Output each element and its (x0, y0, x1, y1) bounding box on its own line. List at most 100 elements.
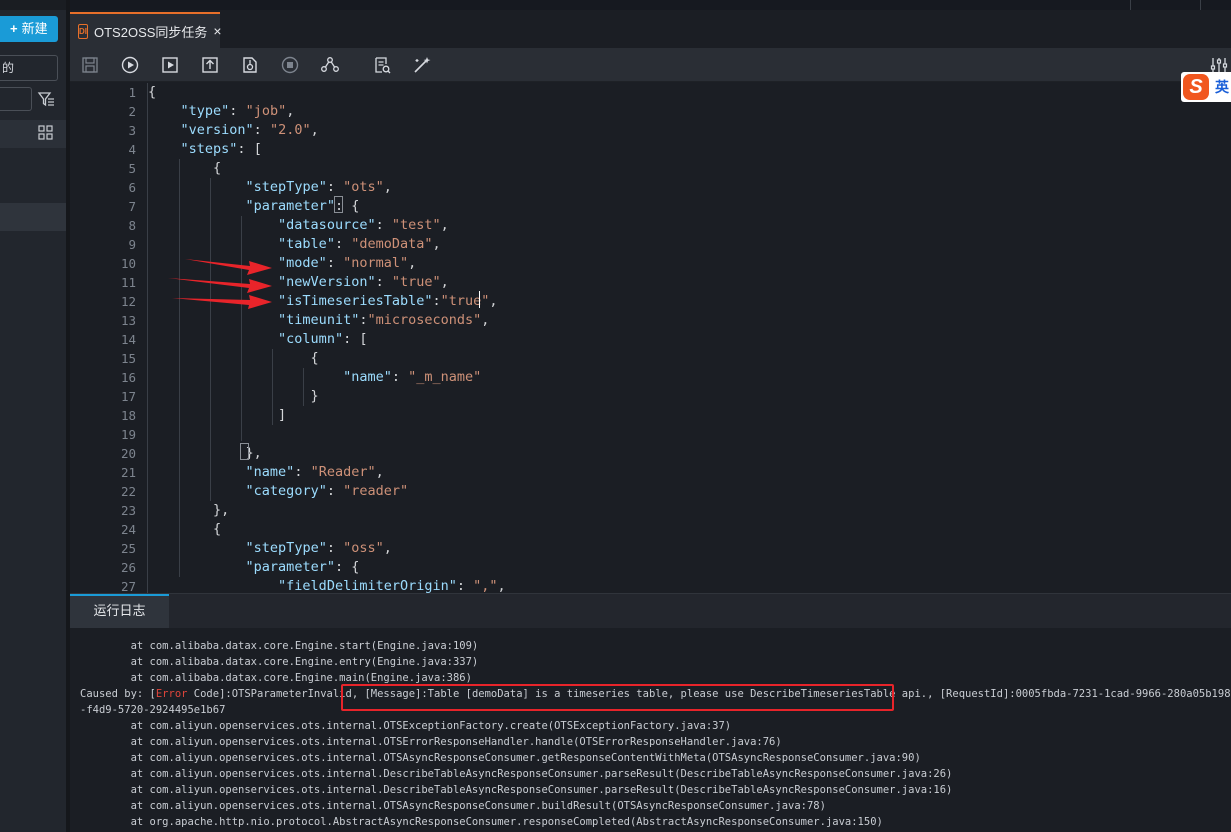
line-number: 5 (128, 161, 136, 176)
run-log-output[interactable]: at com.alibaba.datax.core.Engine.start(E… (70, 628, 1231, 832)
magic-wand-icon[interactable] (412, 55, 432, 75)
new-button[interactable]: + 新建 (0, 16, 58, 42)
code-line: "timeunit":"microseconds", (148, 311, 489, 330)
code-token-sep: : (294, 464, 311, 480)
line-number: 12 (120, 294, 136, 309)
log-panel-tabs: 运行日志 (70, 593, 1231, 629)
code-line: "stepType": "oss", (148, 539, 392, 558)
editor-toolbar (70, 48, 1231, 82)
code-token-sep: : (326, 255, 344, 271)
line-number: 2 (128, 104, 136, 119)
line-number: 9 (128, 237, 136, 252)
search-input[interactable] (0, 87, 32, 111)
code-line: "name": "_m_name" (148, 368, 481, 387)
code-token-sep: : (343, 331, 360, 347)
code-token-val: "normal" (343, 255, 409, 271)
tab-title: OTS2OSS同步任务 (94, 24, 208, 40)
code-token-indent: ] (148, 407, 287, 423)
line-number: 17 (120, 389, 136, 404)
code-token-indent (148, 255, 278, 271)
code-token-indent (148, 312, 278, 328)
code-token-tail: , (383, 179, 392, 195)
line-number: 26 (120, 560, 136, 575)
code-token-indent: { (148, 160, 222, 176)
code-token-key: "category" (245, 483, 327, 499)
line-number: 27 (120, 579, 136, 593)
code-token-sep: : (229, 103, 246, 119)
code-token-key: "type" (180, 103, 230, 119)
code-token-sep: : (237, 141, 254, 157)
code-line: "fieldDelimiterOrigin": ",", (148, 577, 506, 593)
line-number: 19 (120, 427, 136, 442)
run-with-params-icon[interactable] (160, 55, 180, 75)
code-token-key: "name" (245, 464, 295, 480)
run-icon[interactable] (120, 55, 140, 75)
code-token-key: "datasource" (278, 217, 376, 233)
line-number: 7 (128, 199, 136, 214)
submit-icon[interactable] (200, 55, 220, 75)
line-number: 11 (120, 275, 136, 290)
grid-icon[interactable] (38, 125, 53, 140)
code-line: "datasource": "test", (148, 216, 449, 235)
code-token-indent (148, 103, 181, 119)
code-token-indent (148, 540, 246, 556)
filter-icon[interactable] (37, 90, 55, 108)
indent-guide (210, 178, 211, 501)
ime-indicator[interactable]: S 英 (1181, 72, 1231, 102)
code-token-indent (148, 578, 278, 593)
tab-ots2oss-task[interactable]: DI OTS2OSS同步任务 × (70, 12, 222, 48)
indent-guide (303, 368, 304, 406)
stop-icon[interactable] (280, 55, 300, 75)
left-list-selected-item[interactable] (0, 203, 66, 231)
code-token-sep: : (375, 217, 392, 233)
code-token-indent: { (148, 84, 157, 100)
tab-run-log[interactable]: 运行日志 (70, 594, 169, 629)
code-token-key: "version" (180, 122, 254, 138)
code-line: "column": [ (148, 330, 367, 349)
code-token-tail: [ (359, 331, 368, 347)
code-token-val: "test" (391, 217, 441, 233)
code-token-tail: { (351, 198, 360, 214)
code-token-indent (148, 293, 278, 309)
code-token-indent (148, 198, 246, 214)
log-line: at com.aliyun.openservices.ots.internal.… (80, 768, 953, 780)
filter-select[interactable]: 的 (0, 55, 58, 81)
code-token-val: "oss" (343, 540, 384, 556)
format-code-icon[interactable] (372, 55, 392, 75)
new-button-label: 新建 (21, 21, 48, 36)
close-icon[interactable]: × (213, 23, 221, 39)
code-token-sep: : (391, 369, 409, 385)
code-token-tail: , (497, 578, 506, 593)
code-token-key: "parameter" (245, 198, 335, 214)
lineage-icon[interactable] (320, 55, 340, 75)
left-top-strip (0, 0, 66, 10)
code-token-tail: [ (253, 141, 262, 157)
code-token-sep: : (326, 179, 344, 195)
code-token-indent (148, 559, 246, 575)
json-code-editor[interactable]: 1 2 3 4 5 6 7 8 9 10 11 12 13 14 15 16 17 18 19 20 21 22 23 24 2… (70, 83, 1231, 593)
left-panel: + 新建 的 (0, 0, 66, 832)
line-number: 4 (128, 142, 136, 157)
code-token-val: "true" (391, 274, 441, 290)
code-token-val: "microseconds" (367, 312, 482, 328)
code-line: "newVersion": "true", (148, 273, 449, 292)
log-line: at com.alibaba.datax.core.Engine.entry(E… (80, 656, 479, 668)
line-number: 21 (120, 465, 136, 480)
save-icon[interactable] (80, 55, 100, 75)
code-line: { (148, 349, 319, 368)
line-number: 20 (120, 446, 136, 461)
line-number: 1 (128, 85, 136, 100)
code-token-val: "true" (440, 293, 490, 309)
log-caused-prefix: Caused by: [ (80, 688, 156, 700)
code-line: "type": "job", (148, 102, 295, 121)
line-number-gutter: 1 2 3 4 5 6 7 8 9 10 11 12 13 14 15 16 17 18 19 20 21 22 23 24 2… (70, 83, 136, 593)
error-message-highlight-box (341, 684, 894, 711)
code-token-tail: , (440, 217, 449, 233)
code-token-val: "," (473, 578, 498, 593)
tab-bar-top-strip (70, 0, 1231, 10)
code-token-indent (148, 122, 181, 138)
publish-icon[interactable] (240, 55, 260, 75)
log-line: at com.alibaba.datax.core.Engine.start(E… (80, 640, 479, 652)
line-number: 24 (120, 522, 136, 537)
line-number: 22 (120, 484, 136, 499)
